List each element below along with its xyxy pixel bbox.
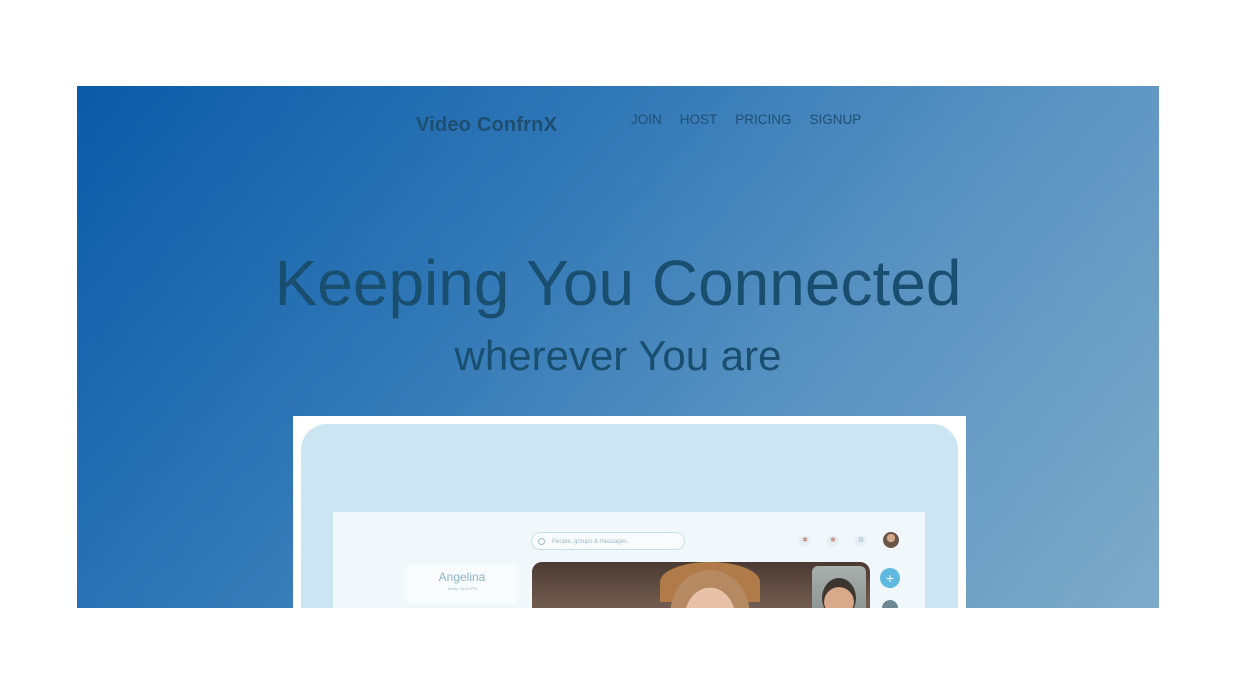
video-call-feed xyxy=(532,562,870,608)
settings-icon: ⚙ xyxy=(855,535,867,547)
pin-icon: ✱ xyxy=(799,535,811,547)
nav-host[interactable]: HOST xyxy=(680,112,718,127)
contact-card: Angelina Today, 04:00 PM xyxy=(405,564,519,604)
pip-person-face xyxy=(822,578,856,608)
top-nav: JOIN HOST PRICING SIGNUP xyxy=(631,112,879,127)
nav-pricing[interactable]: PRICING xyxy=(735,112,791,127)
contact-time: Today, 04:00 PM xyxy=(447,586,477,591)
hero-section: Video ConfrnX JOIN HOST PRICING SIGNUP K… xyxy=(77,86,1159,608)
hero-headline: Keeping You Connected xyxy=(274,247,962,319)
app-preview-image: People, groups & messages ✱ ✱ ⚙ Angelina… xyxy=(293,416,966,608)
search-icon xyxy=(538,538,545,545)
nav-join[interactable]: JOIN xyxy=(631,112,662,127)
app-screen: People, groups & messages ✱ ✱ ⚙ Angelina… xyxy=(333,512,925,608)
add-icon: + xyxy=(880,568,900,588)
hero-subheadline: wherever You are xyxy=(454,332,782,379)
avatar xyxy=(883,532,899,548)
contact-name: Angelina xyxy=(438,570,486,584)
picture-in-picture xyxy=(812,566,866,608)
device-frame: People, groups & messages ✱ ✱ ⚙ Angelina… xyxy=(301,424,958,608)
nav-signup[interactable]: SIGNUP xyxy=(810,112,862,127)
brand-logo[interactable]: Video ConfrnX xyxy=(416,114,557,137)
preview-search-field: People, groups & messages xyxy=(531,532,685,550)
page: Video ConfrnX JOIN HOST PRICING SIGNUP K… xyxy=(0,0,1236,695)
secondary-action-icon xyxy=(882,600,898,608)
pin-icon-2: ✱ xyxy=(827,535,839,547)
